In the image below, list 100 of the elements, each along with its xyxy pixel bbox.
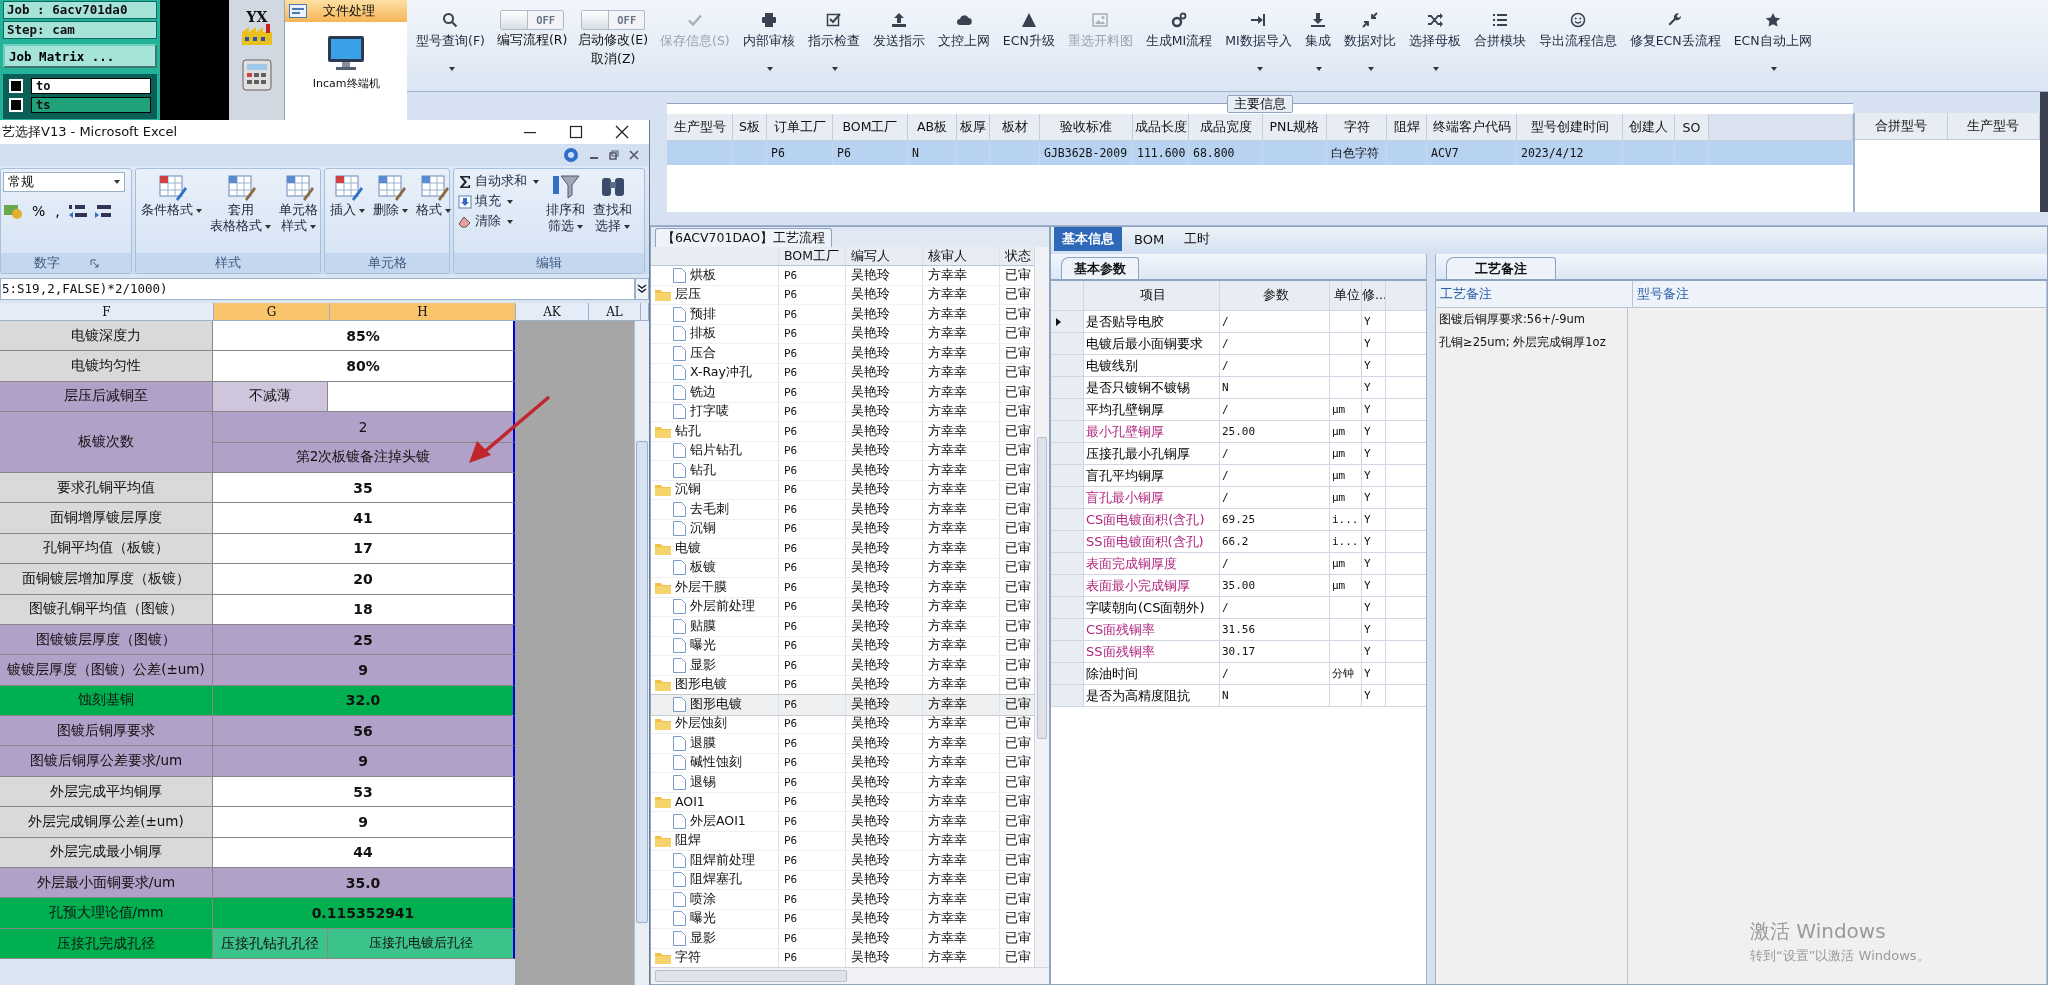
column-header[interactable]: 核审人 [923, 247, 1000, 265]
tree-label: 预排 [690, 305, 716, 323]
table-cell: P6 [779, 831, 846, 850]
ribbon-button[interactable]: 套用 表格格式 [207, 172, 274, 234]
calculator-icon[interactable] [239, 58, 274, 92]
monitor-icon[interactable] [326, 34, 367, 72]
column-header[interactable]: G [214, 303, 330, 321]
column-header[interactable]: H [330, 303, 516, 321]
compress-icon [1361, 12, 1378, 28]
tab[interactable]: 基本信息 [1054, 227, 1122, 251]
document-icon [673, 521, 686, 537]
table-cell: 吴艳玲 [846, 480, 923, 499]
panel-tab[interactable]: 工艺备注 [1446, 257, 1556, 279]
ribbon-button[interactable]: 查找和 选择 [590, 172, 635, 234]
toolbar-button[interactable]: 型号查询(F) [413, 10, 488, 73]
folder-icon [655, 717, 671, 731]
toolbar-button[interactable]: 生成MI流程 [1142, 10, 1216, 52]
table-row[interactable]: P6 P6 N GJB362B-2009 111.600 68.800 白色字符 ACV7 2023/4/12 [667, 141, 1853, 165]
format-button[interactable]: % [29, 203, 49, 219]
job-matrix-button[interactable]: Job Matrix ... [3, 44, 157, 68]
document-icon [673, 462, 686, 478]
table-cell: 吴艳玲 [846, 870, 923, 889]
ribbon-button[interactable]: 单元格 样式 [276, 172, 321, 234]
table-cell: 吴艳玲 [846, 285, 923, 304]
column-header[interactable]: BOM工厂 [779, 247, 846, 265]
layer-label[interactable]: to [31, 78, 151, 94]
tree-label: 去毛刺 [690, 500, 729, 518]
table-cell: P6 [779, 909, 846, 928]
table-cell: 吴艳玲 [846, 266, 923, 285]
ribbon-button[interactable]: 删除 [370, 172, 411, 218]
currency-icon[interactable] [3, 202, 25, 220]
scrollbar[interactable] [651, 967, 1049, 984]
tree-label: 外层干膜 [675, 578, 727, 596]
tab[interactable]: 工时 [1176, 227, 1219, 251]
number-format-dropdown[interactable]: 常规 [3, 172, 125, 192]
dialog-launcher-icon[interactable] [89, 258, 99, 268]
table-cell: / [1222, 403, 1229, 416]
toolbar-button[interactable]: ECN升级 [999, 10, 1058, 52]
table-cell: 方幸幸 [923, 285, 1000, 304]
toolbar-button[interactable]: 修复ECN丢流程 [1626, 10, 1724, 52]
restore-icon[interactable] [609, 150, 619, 160]
toolbar-button[interactable]: 选择母板 [1405, 10, 1464, 73]
app-label[interactable]: Incam终端机 [312, 76, 380, 91]
tree-label: 退膜 [690, 734, 716, 752]
toolbar-button[interactable]: 发送指示 [869, 10, 928, 52]
toolbar-button[interactable]: ECN自动上网 [1730, 10, 1815, 73]
column-header[interactable]: 修... [1362, 281, 1386, 311]
toolbar-button[interactable]: 导出流程信息 [1535, 10, 1620, 52]
toolbar-button[interactable]: 集成 [1301, 10, 1334, 73]
column-header[interactable]: 项目 [1084, 281, 1220, 311]
checkbox[interactable] [9, 79, 23, 93]
toolbar-button[interactable]: 指示检查 [804, 10, 863, 73]
toolbar-button[interactable]: 内部审核 [739, 10, 798, 73]
tree-label: 退锡 [690, 773, 716, 791]
toolbar-button[interactable]: 合拼模块 [1470, 10, 1529, 52]
toggle-switch[interactable]: OFF [500, 10, 565, 30]
table-cell: 吴艳玲 [846, 831, 923, 850]
ribbon-button[interactable]: 排序和 筛选 [543, 172, 588, 234]
row-header[interactable] [1051, 311, 1084, 333]
ribbon-button[interactable]: 清除 [456, 212, 541, 231]
column-header[interactable]: 编写人 [846, 247, 923, 265]
layer-label[interactable]: ts [31, 97, 151, 113]
toggle-switch[interactable]: OFF [581, 10, 646, 30]
column-header[interactable]: 型号备注 [1633, 281, 2047, 307]
expand-button[interactable] [635, 278, 649, 300]
tree-row[interactable]: 图形电镀 P6 吴艳玲 方幸幸 已审 [651, 695, 1034, 715]
toolbar-button[interactable]: 数据对比 [1340, 10, 1399, 73]
checkbox[interactable] [9, 98, 23, 112]
table-cell: 外层完成最小铜厚 [0, 837, 213, 869]
column-header[interactable]: 工艺备注 [1436, 281, 1633, 307]
decimal-increase-icon[interactable] [66, 202, 89, 220]
column-header[interactable]: 合拼型号 [1855, 113, 1948, 140]
column-header[interactable]: 参数 [1220, 281, 1330, 311]
table-cell: 吴艳玲 [846, 558, 923, 577]
document-icon [673, 930, 686, 946]
maximize-icon[interactable] [569, 125, 583, 139]
caret-icon [767, 67, 774, 71]
shuffle-icon [1426, 12, 1443, 28]
table-cell: 35.00 [1222, 579, 1256, 592]
formula-field[interactable]: 5:S19,2,FALSE)*2/1000) [0, 278, 635, 300]
scrollbar[interactable] [1034, 247, 1049, 967]
tab[interactable]: BOM [1126, 227, 1173, 251]
toolbar-button[interactable]: 文控上网 [934, 10, 993, 52]
panel-tab[interactable]: 【6ACV701DAO】工艺流程 [655, 228, 832, 247]
ribbon-button[interactable]: 插入 [327, 172, 368, 218]
section-header[interactable]: 文件处理 [285, 0, 407, 22]
ribbon-button[interactable]: 填充 [456, 192, 541, 211]
close-icon[interactable] [615, 125, 629, 139]
column-header[interactable]: 单位 [1330, 281, 1362, 311]
factory-icon[interactable] [239, 24, 274, 46]
panel-tab[interactable]: 基本参数 [1061, 257, 1139, 279]
ribbon-button[interactable]: 自动求和 [456, 172, 541, 191]
help-icon[interactable] [563, 147, 579, 163]
scrollbar[interactable] [634, 321, 649, 985]
ribbon-button[interactable]: 条件格式 [138, 172, 205, 218]
table-cell: 25.00 [1222, 425, 1256, 438]
table-cell: P6 [779, 519, 846, 538]
toolbar-button[interactable]: MI数据导入 [1222, 10, 1295, 73]
format-button[interactable]: , [52, 203, 63, 219]
splitter[interactable] [1426, 254, 1436, 984]
